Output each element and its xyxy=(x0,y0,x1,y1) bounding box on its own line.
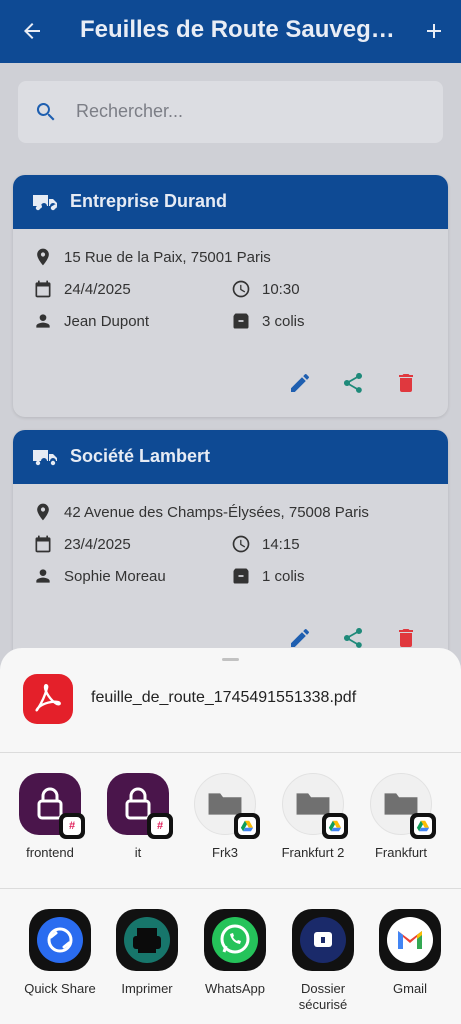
google-drive-badge-icon xyxy=(322,813,348,839)
share-target-frk3[interactable]: Frk3 xyxy=(185,773,265,861)
delete-icon[interactable] xyxy=(394,371,418,395)
share-target-label: Frk3 xyxy=(212,845,238,860)
route-card[interactable]: Entreprise Durand 15 Rue de la Paix, 750… xyxy=(13,175,448,417)
edit-icon[interactable] xyxy=(288,626,312,650)
drag-handle[interactable] xyxy=(222,658,239,661)
share-app-gmail[interactable]: Gmail xyxy=(370,909,450,997)
printer-icon xyxy=(116,909,178,971)
whatsapp-icon xyxy=(204,909,266,971)
share-target-label: Frankfurt 2 xyxy=(281,845,345,860)
slack-badge-icon: # xyxy=(147,813,173,839)
share-icon[interactable] xyxy=(341,371,365,395)
share-app-quick-share[interactable]: Quick Share xyxy=(20,909,100,997)
divider xyxy=(0,888,461,889)
share-target-it[interactable]: # it xyxy=(98,773,178,861)
share-app-secure-folder[interactable]: Dossier sécurisé xyxy=(283,909,363,1013)
share-app-label: Gmail xyxy=(393,981,427,996)
quick-share-icon xyxy=(29,909,91,971)
share-app-label: Dossier sécurisé xyxy=(298,981,348,1012)
share-target-label: frontend xyxy=(26,845,74,860)
share-app-print[interactable]: Imprimer xyxy=(107,909,187,997)
edit-icon[interactable] xyxy=(288,371,312,395)
back-arrow-icon[interactable] xyxy=(20,19,44,43)
search-icon xyxy=(36,103,55,121)
slack-badge-icon: # xyxy=(59,813,85,839)
app-bar: Feuilles de Route Sauvegardées xyxy=(0,0,461,63)
share-icon[interactable] xyxy=(341,626,365,650)
card-actions xyxy=(13,430,448,672)
secure-folder-icon xyxy=(292,909,354,971)
share-target-frontend[interactable]: # frontend xyxy=(10,773,90,861)
google-drive-badge-icon xyxy=(410,813,436,839)
delete-icon[interactable] xyxy=(394,626,418,650)
search-input[interactable]: Rechercher... xyxy=(18,81,443,143)
share-target-frankfurt-2[interactable]: Frankfurt 2 xyxy=(273,773,353,861)
share-app-label: Quick Share xyxy=(24,981,96,996)
file-name: feuille_de_route_1745491551338.pdf xyxy=(91,689,357,706)
route-card[interactable]: Société Lambert 42 Avenue des Champs-Ély… xyxy=(13,430,448,672)
google-drive-badge-icon xyxy=(234,813,260,839)
gmail-icon xyxy=(379,909,441,971)
share-sheet: feuille_de_route_1745491551338.pdf # fro… xyxy=(0,648,461,1024)
share-target-label: it xyxy=(134,845,142,860)
share-target-label: Frankfurt xyxy=(374,845,427,860)
search-placeholder: Rechercher... xyxy=(76,101,184,121)
pdf-file-icon xyxy=(23,674,73,724)
card-actions xyxy=(13,175,448,417)
divider xyxy=(0,752,461,753)
add-icon[interactable] xyxy=(422,19,446,43)
share-target-frankfurt[interactable]: Frankfurt xyxy=(361,773,441,861)
share-app-label: Imprimer xyxy=(121,981,173,996)
share-app-whatsapp[interactable]: WhatsApp xyxy=(195,909,275,997)
page-title: Feuilles de Route Sauvegardées xyxy=(80,16,400,43)
share-app-label: WhatsApp xyxy=(205,981,265,996)
